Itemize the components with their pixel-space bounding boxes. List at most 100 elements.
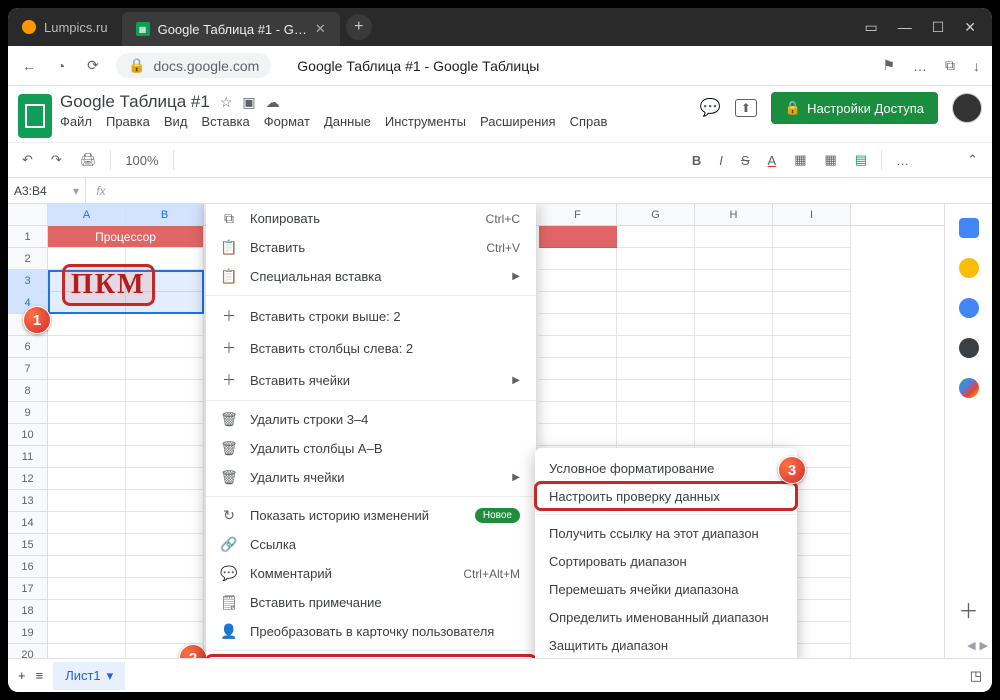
- select-all-corner[interactable]: [8, 204, 48, 225]
- cell[interactable]: [695, 336, 773, 358]
- menu-insert[interactable]: Вставка: [201, 114, 249, 129]
- cell[interactable]: [48, 622, 126, 644]
- menu-view[interactable]: Вид: [164, 114, 188, 129]
- cell[interactable]: [773, 270, 851, 292]
- new-tab-button[interactable]: +: [346, 14, 372, 40]
- ctx-more-actions[interactable]: ⋮Показать другие действия с ячейкой▶: [206, 655, 536, 658]
- cell[interactable]: [539, 336, 617, 358]
- row-header[interactable]: 10: [8, 424, 48, 446]
- toolbar-more-button[interactable]: …: [892, 151, 913, 170]
- fill-color-button[interactable]: ▦: [790, 150, 810, 170]
- extensions-icon[interactable]: ⧉: [945, 57, 955, 74]
- ctx-link[interactable]: 🔗Ссылка: [206, 530, 536, 559]
- cell[interactable]: [48, 556, 126, 578]
- cell[interactable]: [773, 314, 851, 336]
- cell[interactable]: [617, 424, 695, 446]
- ctx-insert-rows[interactable]: ＋Вставить строки выше: 2: [206, 300, 536, 332]
- cell[interactable]: [617, 226, 695, 248]
- contacts-icon[interactable]: [959, 338, 979, 358]
- browser-tab-lumpics[interactable]: Lumpics.ru: [8, 8, 122, 46]
- row-header[interactable]: 13: [8, 490, 48, 512]
- cell[interactable]: [48, 424, 126, 446]
- formula-input[interactable]: [116, 178, 992, 203]
- menu-format[interactable]: Формат: [264, 114, 310, 129]
- row-header[interactable]: 6: [8, 336, 48, 358]
- cell[interactable]: [126, 512, 204, 534]
- bookmark-icon[interactable]: ⚑: [882, 57, 895, 74]
- maps-icon[interactable]: [959, 378, 979, 398]
- document-title[interactable]: Google Таблица #1: [60, 92, 210, 112]
- zoom-select[interactable]: 100%: [121, 151, 162, 170]
- reload-button[interactable]: ⟳: [84, 57, 102, 74]
- cell[interactable]: [695, 248, 773, 270]
- cell[interactable]: [695, 358, 773, 380]
- sub-get-link[interactable]: Получить ссылку на этот диапазон: [535, 519, 797, 547]
- cell[interactable]: [126, 490, 204, 512]
- sheet-tab-1[interactable]: Лист1 ▾: [53, 662, 125, 690]
- back-button[interactable]: ←: [20, 58, 38, 74]
- cell[interactable]: [617, 270, 695, 292]
- ctx-insert-cells[interactable]: ＋Вставить ячейки▶: [206, 364, 536, 396]
- cell[interactable]: [539, 424, 617, 446]
- cell[interactable]: [48, 314, 126, 336]
- cell[interactable]: [48, 578, 126, 600]
- cell[interactable]: [48, 380, 126, 402]
- cell[interactable]: [773, 226, 851, 248]
- row-header[interactable]: 18: [8, 600, 48, 622]
- row-header[interactable]: 9: [8, 402, 48, 424]
- col-header-h[interactable]: H: [695, 204, 773, 225]
- col-header-a[interactable]: A: [48, 204, 126, 225]
- undo-button[interactable]: ↶: [18, 150, 37, 170]
- ctx-history[interactable]: ↻Показать историю измененийНовое: [206, 501, 536, 530]
- cell[interactable]: [695, 292, 773, 314]
- cell[interactable]: [695, 270, 773, 292]
- strike-button[interactable]: S: [737, 151, 754, 170]
- merge-button[interactable]: ▤: [851, 150, 871, 170]
- window-maximize-button[interactable]: ☐: [932, 19, 945, 36]
- row-header[interactable]: 17: [8, 578, 48, 600]
- menu-data[interactable]: Данные: [324, 114, 371, 129]
- name-box[interactable]: A3:B4 ▾: [8, 178, 86, 203]
- header-cell-processor[interactable]: Процессор: [48, 226, 204, 248]
- cell[interactable]: [126, 446, 204, 468]
- cell[interactable]: [617, 292, 695, 314]
- bold-button[interactable]: B: [688, 151, 705, 170]
- url-host[interactable]: 🔒 docs.google.com: [116, 53, 271, 78]
- cloud-status-icon[interactable]: ☁: [266, 94, 280, 111]
- download-icon[interactable]: ↓: [973, 58, 980, 74]
- header-cell-f[interactable]: [539, 226, 617, 248]
- cell[interactable]: [126, 380, 204, 402]
- sub-data-validation[interactable]: Настроить проверку данных: [535, 482, 797, 510]
- cell[interactable]: [48, 336, 126, 358]
- cell[interactable]: [695, 314, 773, 336]
- cell[interactable]: [539, 402, 617, 424]
- row-header[interactable]: 20: [8, 644, 48, 658]
- browser-tab-sheets[interactable]: ▦ Google Таблица #1 - G… ✕: [122, 12, 340, 46]
- col-header-g[interactable]: G: [617, 204, 695, 225]
- window-close-button[interactable]: ✕: [964, 19, 976, 36]
- row-header[interactable]: 7: [8, 358, 48, 380]
- cell[interactable]: [617, 314, 695, 336]
- cell[interactable]: [773, 402, 851, 424]
- ctx-note[interactable]: 🗒Вставить примечание: [206, 588, 536, 617]
- cell[interactable]: [773, 380, 851, 402]
- sub-sort-range[interactable]: Сортировать диапазон: [535, 547, 797, 575]
- cell[interactable]: [126, 622, 204, 644]
- menu-file[interactable]: Файл: [60, 114, 92, 129]
- row-header[interactable]: 15: [8, 534, 48, 556]
- ctx-delete-rows[interactable]: 🗑Удалить строки 3–4: [206, 405, 536, 434]
- ctx-comment[interactable]: 💬КомментарийCtrl+Alt+M: [206, 559, 536, 588]
- cell[interactable]: [617, 336, 695, 358]
- cell[interactable]: [126, 534, 204, 556]
- cell[interactable]: [539, 248, 617, 270]
- ctx-copy[interactable]: ⧉КопироватьCtrl+C: [206, 204, 536, 233]
- sub-cond-format[interactable]: Условное форматирование: [535, 454, 797, 482]
- share-button[interactable]: 🔒 Настройки Доступа: [771, 92, 938, 124]
- window-minimize-button[interactable]: —: [898, 19, 912, 35]
- ctx-paste-special[interactable]: 📋Специальная вставка▶: [206, 262, 536, 291]
- cell[interactable]: [48, 512, 126, 534]
- sub-protect[interactable]: Защитить диапазон: [535, 631, 797, 658]
- cell[interactable]: [773, 358, 851, 380]
- cell[interactable]: [48, 358, 126, 380]
- all-sheets-button[interactable]: ≡: [36, 668, 44, 683]
